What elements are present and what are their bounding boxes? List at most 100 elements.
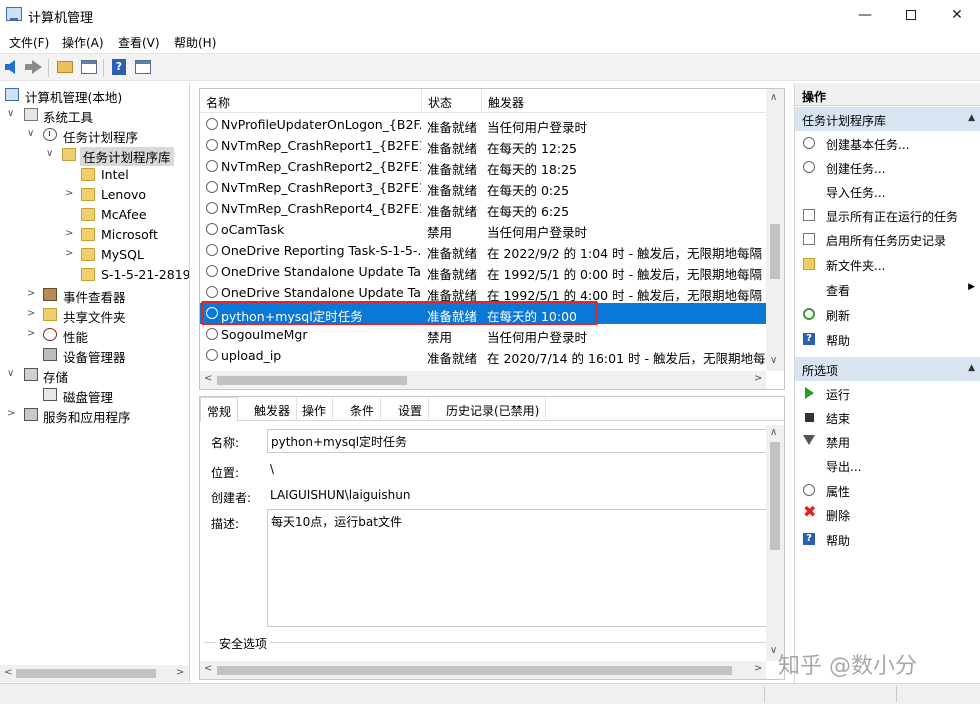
scroll-right-icon[interactable]: > [754, 373, 762, 384]
menu-action[interactable]: 操作(A) [62, 34, 104, 51]
task-clock-icon [206, 244, 218, 256]
expand-icon[interactable]: > [27, 308, 37, 319]
expand-icon[interactable]: > [27, 328, 37, 339]
action-run[interactable]: 运行 [795, 381, 980, 405]
action-create-task[interactable]: 创建任务... [795, 155, 980, 179]
menu-view[interactable]: 查看(V) [118, 34, 160, 51]
tree-item-label: 系统工具 [43, 110, 94, 125]
action-import-task[interactable]: 导入任务... [795, 179, 980, 203]
column-trigger[interactable]: 触发器 [488, 94, 524, 111]
action-properties[interactable]: 属性 [795, 478, 980, 502]
scroll-thumb[interactable] [217, 666, 732, 675]
back-button[interactable] [3, 58, 23, 76]
scroll-up-icon[interactable]: ∧ [770, 427, 777, 438]
expand-icon[interactable]: > [65, 228, 75, 239]
task-status: 准备就绪 [427, 351, 478, 366]
column-status[interactable]: 状态 [428, 94, 452, 111]
scroll-right-icon[interactable]: > [754, 663, 762, 674]
task-row[interactable]: NvTmRep_CrashReport3_{B2FE1... 准备就绪 在每天的 0… [200, 177, 766, 198]
expand-icon[interactable]: > [7, 408, 17, 419]
close-button[interactable]: ✕ [934, 0, 980, 30]
details-horizontal-scrollbar[interactable]: < > [200, 661, 766, 679]
help-toolbar-button[interactable]: ? [109, 58, 129, 76]
collapse-up-icon[interactable]: ▲ [968, 113, 975, 123]
task-row[interactable]: NvTmRep_CrashReport4_{B2FE1... 准备就绪 在每天的 6… [200, 198, 766, 219]
device-manager-icon [43, 348, 57, 361]
action-help-selected[interactable]: ? 帮助 [795, 527, 980, 551]
scroll-left-icon[interactable]: < [4, 667, 12, 678]
task-status: 准备就绪 [427, 267, 478, 282]
menu-file[interactable]: 文件(F) [9, 34, 49, 51]
computer-management-icon [6, 7, 22, 21]
scroll-thumb[interactable] [770, 442, 780, 550]
section-label: 任务计划程序库 [802, 114, 887, 128]
scroll-up-icon[interactable]: ∧ [770, 92, 777, 103]
forward-button[interactable] [24, 58, 44, 76]
scroll-thumb[interactable] [217, 376, 407, 385]
details-vertical-scrollbar[interactable]: ∧ ∨ [766, 425, 784, 661]
security-options-group: 安全选项 [204, 635, 766, 662]
tab-triggers[interactable]: 触发器 [248, 397, 298, 421]
expand-icon[interactable]: > [65, 188, 75, 199]
section-selected-item[interactable]: 所选项 ▲ [795, 357, 980, 381]
action-delete[interactable]: ✖ 删除 [795, 502, 980, 526]
task-row[interactable]: NvProfileUpdaterOnLogon_{B2F... 准备就绪 当任何用户… [200, 114, 766, 135]
tree-horizontal-scrollbar[interactable]: < > [0, 665, 189, 682]
action-export[interactable]: 导出... [795, 453, 980, 477]
action-create-basic-task[interactable]: 创建基本任务... [795, 131, 980, 155]
menu-help[interactable]: 帮助(H) [174, 34, 216, 51]
expand-icon[interactable]: > [65, 248, 75, 259]
window-title: 计算机管理 [28, 11, 94, 26]
task-list-horizontal-scrollbar[interactable]: < > [200, 371, 766, 389]
action-end[interactable]: 结束 [795, 405, 980, 429]
show-hide-tree-button[interactable] [79, 58, 99, 76]
action-new-folder[interactable]: 新文件夹... [795, 252, 980, 276]
tab-general[interactable]: 常规 [200, 397, 239, 422]
maximize-button[interactable] [888, 0, 934, 30]
clock-icon [803, 161, 815, 173]
task-row[interactable]: oCamTask 禁用 当任何用户登录时 [200, 219, 766, 240]
minimize-button[interactable]: — [842, 0, 888, 30]
collapse-icon[interactable]: ∨ [46, 148, 56, 159]
action-view[interactable]: 查看 ▶ [795, 277, 980, 301]
action-disable[interactable]: 禁用 [795, 429, 980, 453]
task-list: 名称 状态 触发器 NvProfileUpdaterOnLogon_{B2F..… [199, 88, 785, 390]
collapse-icon[interactable]: ∨ [7, 368, 17, 379]
task-list-vertical-scrollbar[interactable]: ∧ ∨ [766, 89, 784, 371]
scroll-thumb[interactable] [16, 669, 156, 678]
description-label: 描述: [211, 517, 240, 531]
scroll-down-icon[interactable]: ∨ [770, 355, 777, 366]
tab-history[interactable]: 历史记录(已禁用) [440, 397, 547, 421]
collapse-icon[interactable]: ∨ [27, 128, 37, 139]
tab-settings[interactable]: 设置 [392, 397, 430, 421]
name-field[interactable]: python+mysql定时任务 [267, 429, 767, 453]
scroll-left-icon[interactable]: < [204, 373, 212, 384]
action-refresh[interactable]: 刷新 [795, 302, 980, 326]
column-name[interactable]: 名称 [206, 94, 230, 111]
scroll-right-icon[interactable]: > [176, 667, 184, 678]
clock-icon [803, 137, 815, 149]
tab-conditions[interactable]: 条件 [344, 397, 382, 421]
section-task-library[interactable]: 任务计划程序库 ▲ [795, 107, 980, 131]
show-hide-action-pane-button[interactable] [133, 58, 153, 76]
task-row[interactable]: OneDrive Standalone Update Ta... 准备就绪在 19… [200, 261, 766, 282]
scroll-left-icon[interactable]: < [204, 663, 212, 674]
tab-actions[interactable]: 操作 [296, 397, 334, 421]
task-row[interactable]: upload_ip 准备就绪在 2020/7/14 的 16:01 时 - 触发后… [200, 345, 766, 366]
task-row[interactable]: NvTmRep_CrashReport2_{B2FE1... 准备就绪 在每天的 1… [200, 156, 766, 177]
scroll-thumb[interactable] [770, 224, 780, 279]
collapse-icon[interactable]: ∨ [7, 108, 17, 119]
expand-icon[interactable]: > [27, 288, 37, 299]
action-help[interactable]: ? 帮助 [795, 327, 980, 351]
task-row[interactable]: OneDrive Standalone Update Ta... 准备就绪在 19… [200, 282, 766, 303]
up-folder-button[interactable] [55, 58, 75, 76]
action-show-running-tasks[interactable]: 显示所有正在运行的任务 [795, 203, 980, 227]
scroll-down-icon[interactable]: ∨ [770, 645, 777, 656]
task-row[interactable]: SogouImeMgr 禁用 当任何用户登录时 [200, 324, 766, 345]
computer-icon [5, 88, 19, 101]
task-row[interactable]: NvTmRep_CrashReport1_{B2FE1... 准备就绪 在每天的 1… [200, 135, 766, 156]
description-field[interactable]: 每天10点，运行bat文件 [267, 509, 767, 627]
action-enable-history[interactable]: 启用所有任务历史记录 [795, 227, 980, 251]
task-row[interactable]: OneDrive Reporting Task-S-1-5-... 准备就绪在 2… [200, 240, 766, 261]
collapse-up-icon[interactable]: ▲ [968, 363, 975, 373]
